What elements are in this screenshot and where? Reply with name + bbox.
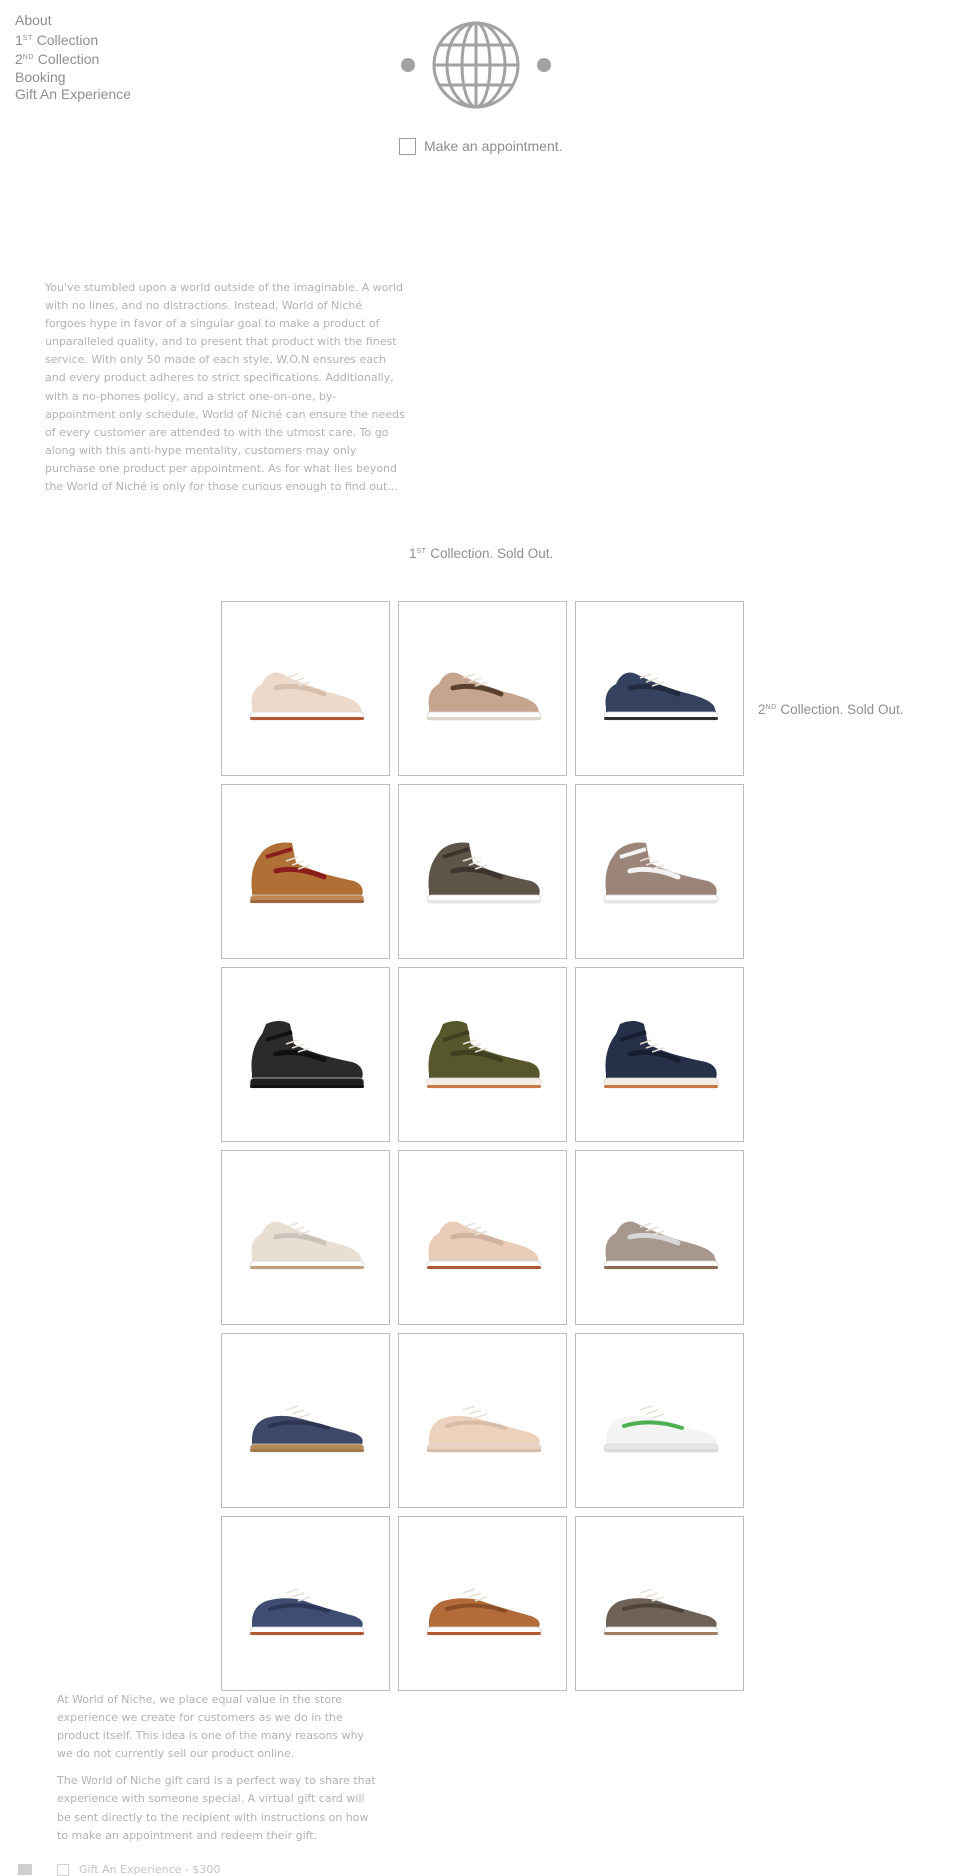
nav-gift-experience[interactable]: Gift An Experience (15, 86, 131, 104)
gift-option-label: Gift An Experience - $300 (79, 1863, 221, 1876)
nav-first-collection-label: Collection (32, 31, 99, 48)
outro-paragraph-gift: The World of Niche gift card is a perfec… (57, 1774, 376, 1842)
outro-paragraph-store: At World of Niche, we place equal value … (57, 1693, 365, 1761)
intro-text: You've stumbled upon a world outside of … (45, 281, 405, 494)
shoe-image (603, 842, 718, 903)
shoe-image (249, 1587, 364, 1635)
outro-text: At World of Niche, we place equal value … (57, 1691, 377, 1854)
product-tile[interactable] (398, 1333, 567, 1508)
product-tile[interactable] (221, 1150, 390, 1325)
product-tile[interactable] (221, 967, 390, 1142)
second-collection-heading[interactable]: 2ND Collection. Sold Out. (758, 702, 903, 717)
product-tile[interactable] (221, 1333, 390, 1508)
shoe-image (249, 1220, 364, 1269)
appointment-label: Make an appointment. (424, 138, 563, 154)
appointment-checkbox[interactable] (399, 137, 416, 155)
main-nav: About 1ST Collection 2ND Collection Book… (15, 12, 131, 104)
nav-second-collection-sup: ND (22, 54, 34, 61)
product-tile[interactable] (398, 784, 567, 959)
product-tile[interactable] (575, 601, 744, 776)
nav-second-collection-label: Collection (33, 51, 100, 67)
first-collection-heading[interactable]: 1ST Collection. Sold Out. (409, 546, 553, 561)
shoe-image (603, 671, 718, 720)
product-tile[interactable] (398, 1150, 567, 1325)
shoe-image (603, 1220, 718, 1269)
shoe-image (603, 1404, 718, 1452)
gift-card-icon (18, 1864, 32, 1875)
product-tile[interactable] (575, 1333, 744, 1508)
product-tile[interactable] (398, 601, 567, 776)
gift-option-checkbox[interactable] (57, 1863, 69, 1876)
nav-second-collection-num: 2 (15, 51, 23, 67)
product-tile[interactable] (221, 784, 390, 959)
first-collection-sup: ST (416, 548, 427, 555)
shoe-image (249, 1020, 364, 1088)
gift-option[interactable]: Gift An Experience - $300 (18, 1863, 220, 1876)
second-collection-sup: ND (765, 704, 777, 711)
product-tile[interactable] (398, 1516, 567, 1691)
make-appointment[interactable]: Make an appointment. (399, 136, 563, 156)
product-tile[interactable] (575, 1516, 744, 1691)
shoe-image (426, 1404, 541, 1452)
shoe-image (426, 1220, 541, 1269)
shoe-image (426, 842, 541, 903)
logo-dot-left (401, 58, 415, 72)
logo-dot-right (537, 58, 551, 72)
nav-first-collection-num: 1 (15, 31, 23, 48)
shoe-image (426, 1020, 541, 1088)
first-collection-label: Collection. Sold Out. (426, 546, 554, 561)
second-collection-num: 2 (758, 702, 766, 717)
shoe-image (249, 842, 364, 903)
shoe-image (426, 671, 541, 720)
second-collection-label: Collection. Sold Out. (776, 702, 904, 717)
product-tile[interactable] (575, 967, 744, 1142)
product-tile[interactable] (575, 1150, 744, 1325)
product-tile[interactable] (575, 784, 744, 959)
globe-icon[interactable] (400, 21, 552, 111)
product-tile[interactable] (221, 1516, 390, 1691)
shoe-image (249, 671, 364, 720)
nav-first-collection-sup: ST (22, 34, 33, 42)
shoe-image (426, 1587, 541, 1635)
product-tile[interactable] (398, 967, 567, 1142)
first-collection-num: 1 (409, 546, 417, 561)
product-tile[interactable] (221, 601, 390, 776)
nav-first-collection[interactable]: 1ST Collection (15, 30, 131, 50)
shoe-image (249, 1404, 364, 1452)
shoe-image (603, 1587, 718, 1635)
shoe-image (603, 1020, 718, 1088)
nav-booking[interactable]: Booking (15, 69, 131, 87)
product-grid (221, 601, 744, 1691)
nav-about[interactable]: About (15, 12, 131, 30)
nav-second-collection[interactable]: 2ND Collection (15, 49, 131, 69)
